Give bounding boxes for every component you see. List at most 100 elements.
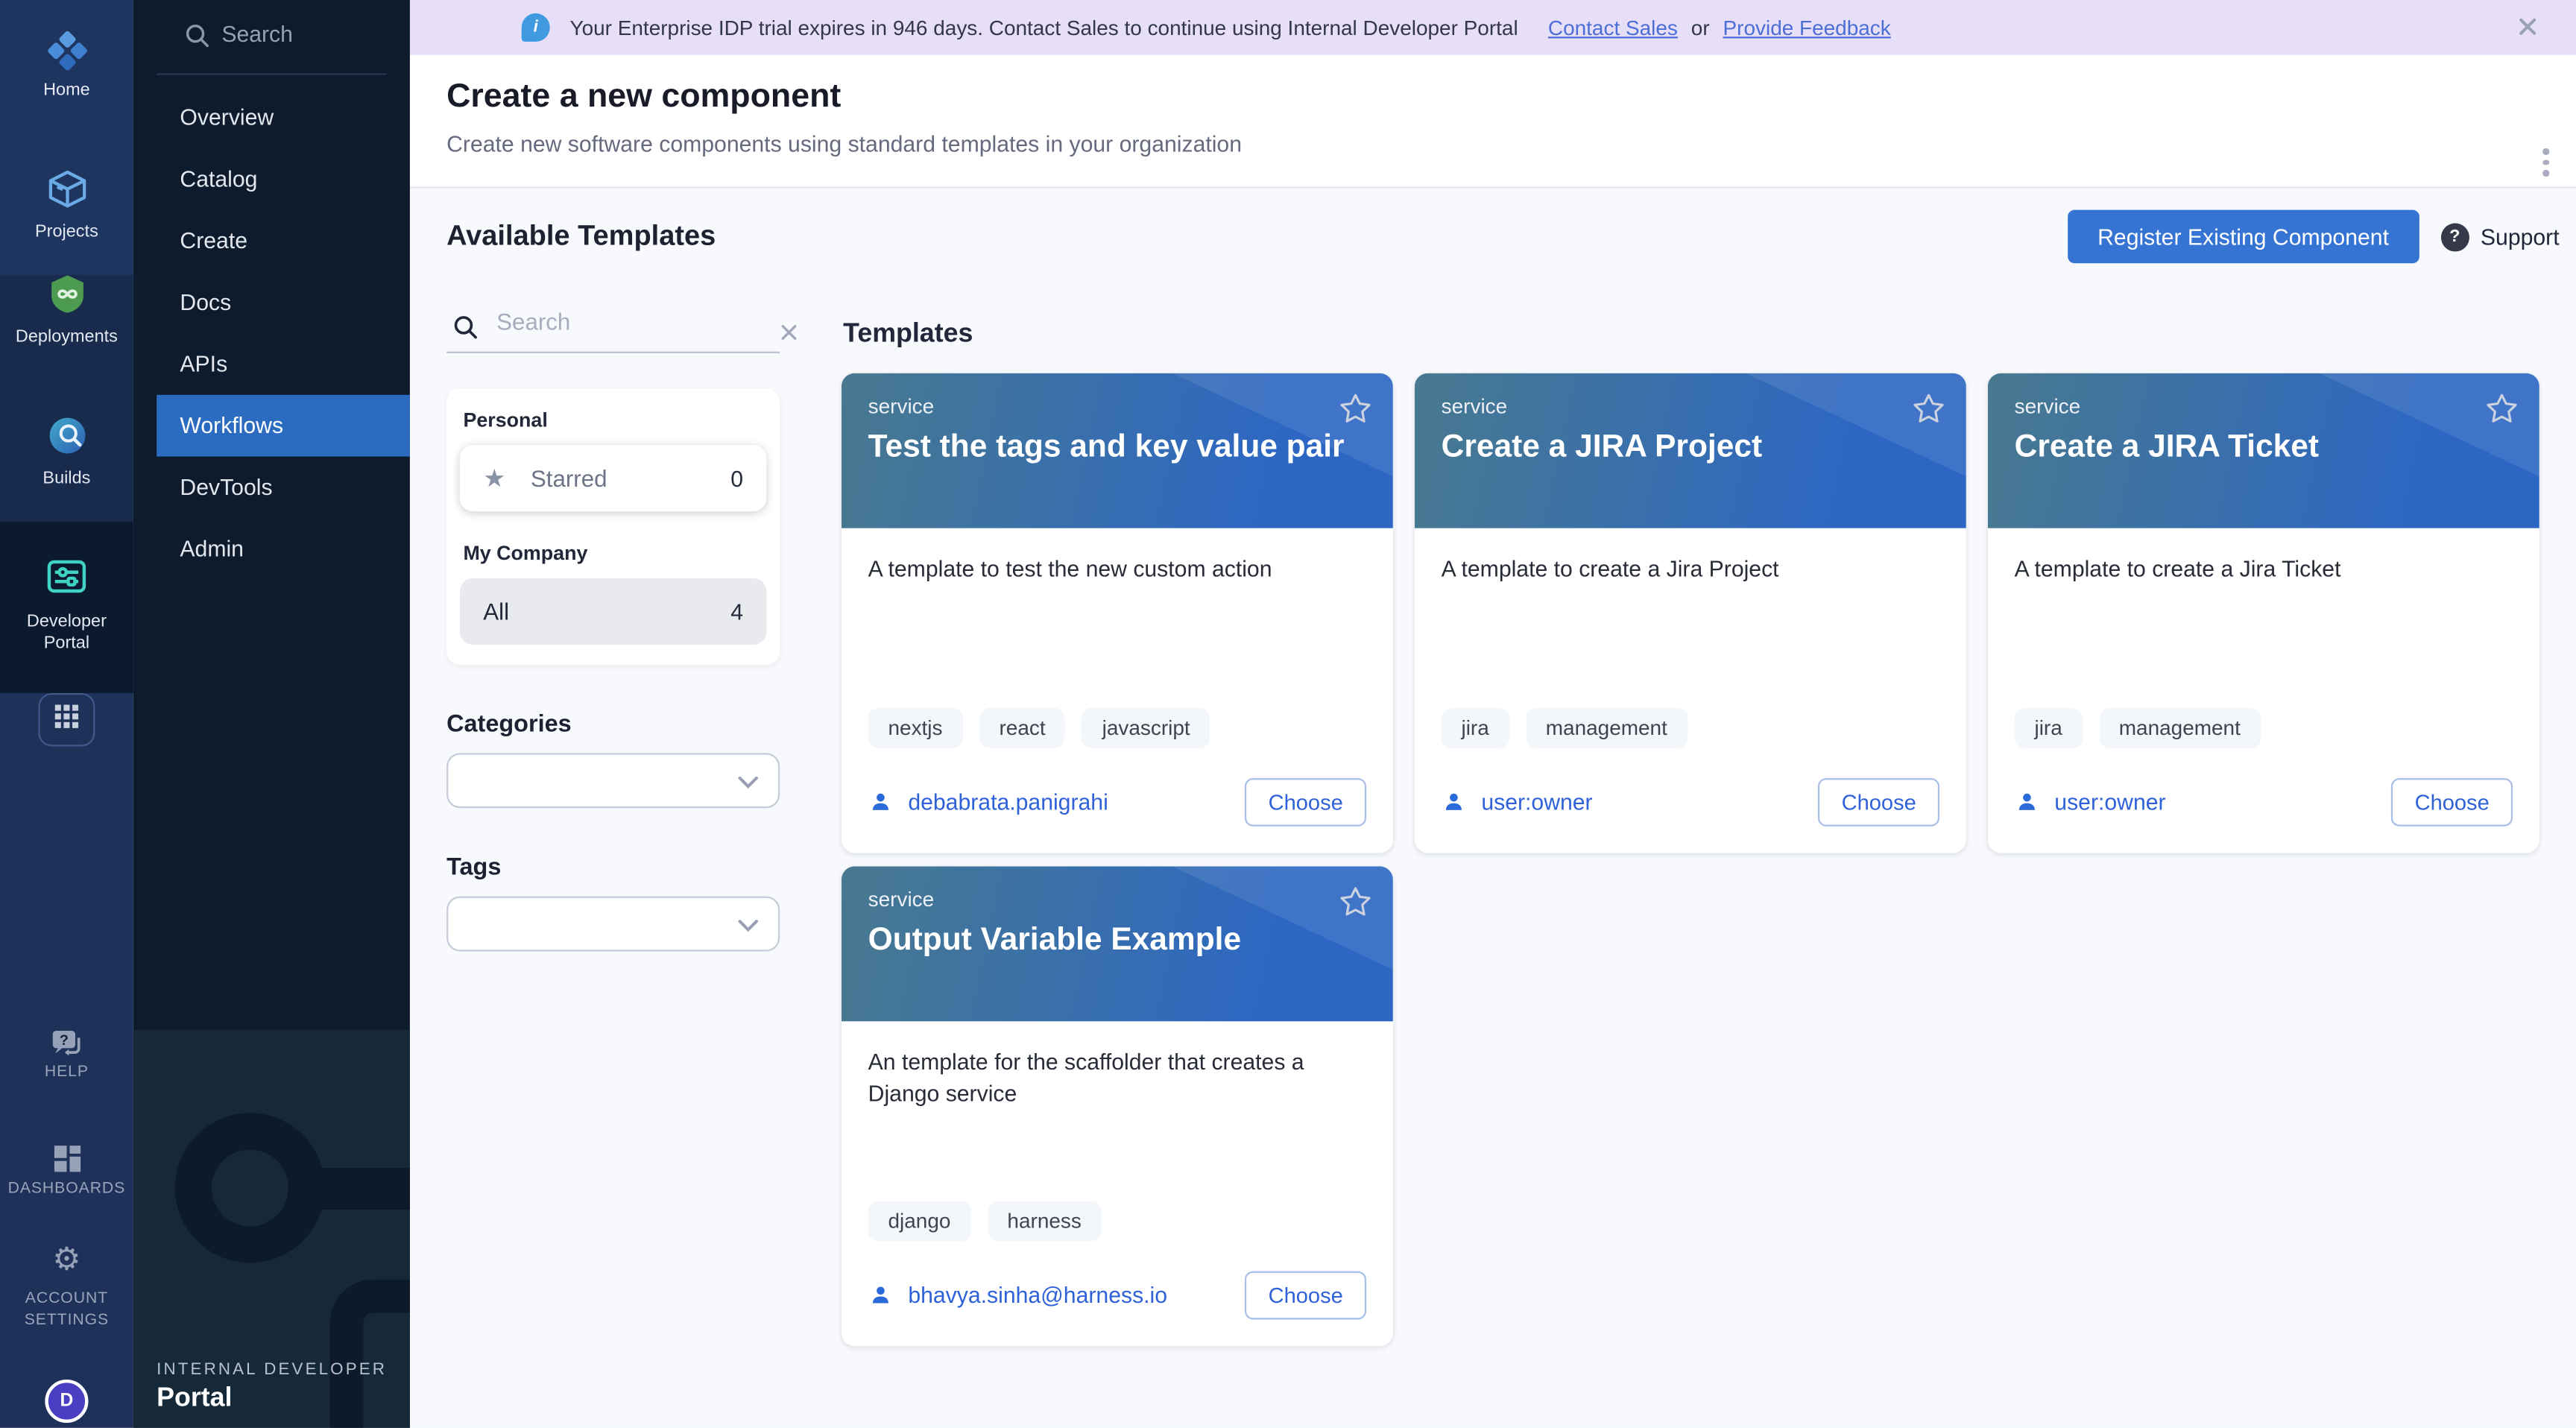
card-type: service (868, 395, 1366, 418)
choose-button[interactable]: Choose (1245, 1271, 1366, 1320)
tag-chip: react (979, 708, 1066, 748)
rail-item-home[interactable] (0, 28, 133, 82)
templates-toolbar: Available Templates Register Existing Co… (410, 189, 2576, 285)
all-count: 4 (730, 599, 743, 625)
owner-link[interactable]: debabrata.panigrahi (868, 790, 1108, 815)
card-description: An template for the scaffolder that crea… (868, 1048, 1366, 1111)
app-window: Home Projects Deployments Builds Develop… (0, 0, 2576, 1428)
star-outline-icon[interactable] (1338, 391, 1373, 435)
support-button[interactable]: ? Support (2440, 222, 2559, 250)
rail-item-developer-portal[interactable] (0, 553, 133, 608)
support-label: Support (2481, 224, 2560, 250)
tags-label: Tags (446, 855, 780, 882)
choose-button[interactable]: Choose (2391, 778, 2513, 827)
card-footer: debabrata.panigrahi Choose (868, 778, 1366, 827)
rail-item-builds-label: Builds (0, 468, 133, 490)
decorative-ring (175, 1113, 325, 1263)
chevron-down-icon (738, 920, 758, 933)
tag-chip: django (868, 1201, 971, 1242)
card-description: A template to test the new custom action (868, 555, 1366, 586)
rail-item-account-settings[interactable]: ⚙ (0, 1245, 133, 1278)
all-filter[interactable]: All 4 (460, 578, 766, 645)
info-icon: i (522, 13, 550, 42)
template-card: service Output Variable Example An templ… (842, 866, 1393, 1346)
starred-filter[interactable]: ★ Starred 0 (460, 445, 766, 511)
rail-item-account-settings-label: ACCOUNT SETTINGS (0, 1288, 133, 1331)
filters-panel: Personal ★ Starred 0 My Company All 4 Ca… (446, 309, 780, 952)
template-search (446, 309, 780, 353)
card-header: service Create a JIRA Project (1415, 373, 1966, 528)
sidebar-item-overview[interactable]: Overview (133, 86, 410, 148)
question-mark-icon: ? (2440, 222, 2469, 250)
card-title: Test the tags and key value pair (868, 430, 1366, 468)
card-tags: django harness (868, 1201, 1366, 1242)
sidebar-item-docs[interactable]: Docs (133, 271, 410, 333)
rail-item-projects[interactable] (0, 167, 133, 221)
module-rail: Home Projects Deployments Builds Develop… (0, 0, 133, 1428)
contact-sales-link[interactable]: Contact Sales (1548, 16, 1678, 39)
portal-sidebar: Search Overview Catalog Create Docs APIs… (133, 0, 410, 1428)
home-icon (44, 28, 89, 82)
starred-count: 0 (730, 466, 743, 491)
sidebar-item-apis[interactable]: APIs (133, 333, 410, 395)
sidebar-item-create[interactable]: Create (133, 210, 410, 272)
sidebar-item-workflows[interactable]: Workflows (157, 395, 410, 457)
owner-link[interactable]: user:owner (2015, 790, 2166, 815)
tag-chip: jira (2015, 708, 2083, 748)
card-title: Output Variable Example (868, 923, 1366, 961)
card-header: service Output Variable Example (842, 866, 1393, 1021)
star-outline-icon[interactable] (2484, 391, 2519, 435)
provide-feedback-link[interactable]: Provide Feedback (1723, 16, 1891, 39)
rail-item-builds[interactable] (0, 413, 133, 467)
register-existing-component-button[interactable]: Register Existing Component (2068, 210, 2419, 264)
star-outline-icon[interactable] (1338, 885, 1373, 928)
card-header: service Create a JIRA Ticket (1988, 373, 2539, 528)
rail-item-dashboards-label: DASHBOARDS (0, 1178, 133, 1199)
choose-button[interactable]: Choose (1245, 778, 1366, 827)
decorative-rounded-rect (330, 1280, 410, 1428)
rail-item-deployments[interactable] (0, 271, 133, 325)
categories-select[interactable] (446, 753, 780, 808)
sidebar-nav: Overview Catalog Create Docs APIs Workfl… (133, 86, 410, 580)
banner-close-icon[interactable] (2516, 15, 2539, 46)
owner-name: user:owner (2054, 790, 2165, 815)
tag-chip: management (2099, 708, 2261, 748)
decorative-bar (320, 1168, 410, 1210)
grid-icon (54, 702, 80, 737)
template-card: service Create a JIRA Ticket A template … (1988, 373, 2539, 853)
owner-name: user:owner (1481, 790, 1592, 815)
card-type: service (2015, 395, 2513, 418)
search-icon (452, 313, 480, 341)
tag-chip: javascript (1082, 708, 1210, 748)
kebab-menu-icon[interactable] (2533, 148, 2560, 178)
sidebar-item-admin[interactable]: Admin (133, 518, 410, 580)
owner-link[interactable]: bhavya.sinha@harness.io (868, 1283, 1167, 1308)
sidebar-footer: INTERNAL DEVELOPER Portal (133, 1030, 410, 1428)
chevron-down-icon (738, 777, 758, 790)
available-templates-heading: Available Templates (446, 220, 716, 253)
sidebar-item-catalog[interactable]: Catalog (133, 148, 410, 210)
person-icon (2015, 790, 2040, 815)
card-type: service (868, 888, 1366, 911)
rail-item-projects-label: Projects (0, 221, 133, 243)
sidebar-search[interactable]: Search (133, 0, 410, 73)
person-icon (1442, 790, 1467, 815)
star-outline-icon[interactable] (1911, 391, 1946, 435)
sidebar-item-devtools[interactable]: DevTools (133, 457, 410, 519)
template-search-input[interactable] (496, 309, 713, 335)
user-avatar[interactable]: D (45, 1380, 88, 1423)
card-footer: user:owner Choose (2015, 778, 2513, 827)
card-title: Create a JIRA Project (1442, 430, 1939, 468)
ownership-filter-panel: Personal ★ Starred 0 My Company All 4 (446, 388, 780, 665)
card-type: service (1442, 395, 1939, 418)
owner-name: debabrata.panigrahi (908, 790, 1108, 815)
owner-link[interactable]: user:owner (1442, 790, 1593, 815)
sidebar-search-placeholder: Search (221, 22, 293, 47)
person-icon (868, 1283, 894, 1308)
gear-icon: ⚙ (52, 1241, 80, 1277)
rail-item-home-label: Home (0, 80, 133, 101)
module-picker-button[interactable] (38, 693, 95, 747)
card-header: service Test the tags and key value pair (842, 373, 1393, 528)
tags-select[interactable] (446, 897, 780, 952)
choose-button[interactable]: Choose (1818, 778, 1939, 827)
